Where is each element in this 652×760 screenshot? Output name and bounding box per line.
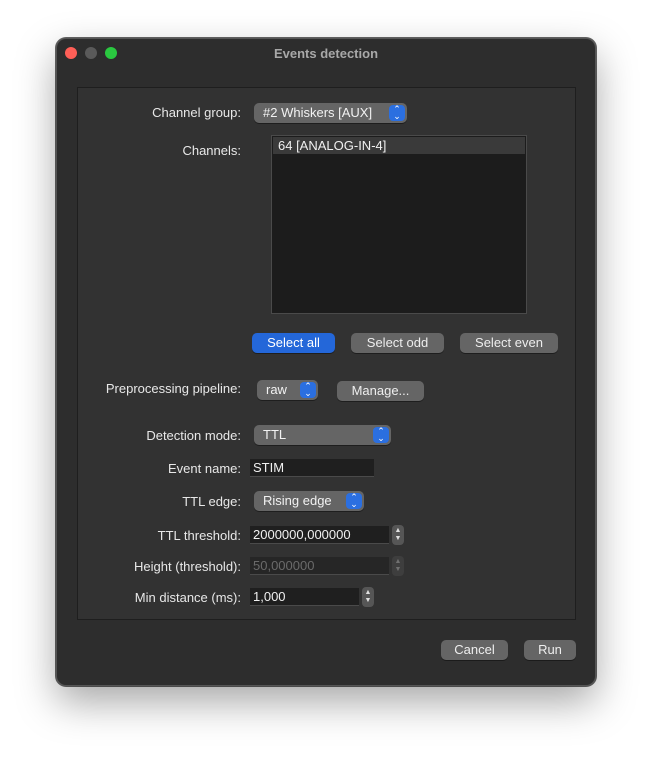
event-name-label: Event name: <box>168 461 241 476</box>
channel-group-label: Channel group: <box>152 105 241 120</box>
ttl-threshold-input[interactable]: 2000000,000000 <box>250 526 389 544</box>
channels-label: Channels: <box>182 143 241 158</box>
ttl-edge-popup[interactable]: Rising edge ⌃ ⌄ <box>254 491 364 511</box>
channel-group-popup[interactable]: #2 Whiskers [AUX] ⌃ ⌄ <box>254 103 407 123</box>
window-title: Events detection <box>273 46 379 61</box>
channel-group-value: #2 Whiskers [AUX] <box>263 105 373 120</box>
events-detection-dialog: Events detection Channel group: #2 Whisk… <box>56 38 596 686</box>
detection-mode-popup[interactable]: TTL ⌃ ⌄ <box>254 425 391 445</box>
select-odd-button[interactable]: Select odd <box>351 333 444 353</box>
manage-button[interactable]: Manage... <box>337 381 424 401</box>
title-bar: Events detection <box>57 39 595 67</box>
select-all-button[interactable]: Select all <box>252 333 335 353</box>
channels-list[interactable]: 64 [ANALOG-IN-4] <box>271 135 527 314</box>
height-threshold-input: 50,000000 <box>250 557 389 575</box>
ttl-threshold-stepper[interactable]: ▲ ▼ <box>392 525 404 545</box>
chevron-updown-icon: ⌃ ⌄ <box>300 382 316 398</box>
ttl-edge-value: Rising edge <box>263 493 332 508</box>
min-distance-label: Min distance (ms): <box>134 590 241 605</box>
chevron-updown-icon: ⌃ ⌄ <box>373 427 389 443</box>
detection-mode-value: TTL <box>263 427 287 442</box>
chevron-updown-icon: ⌃ ⌄ <box>389 105 405 121</box>
detection-mode-label: Detection mode: <box>146 428 241 443</box>
chevron-updown-icon: ⌃ ⌄ <box>346 493 362 509</box>
ttl-edge-label: TTL edge: <box>182 494 241 509</box>
preprocessing-pipeline-value: raw <box>266 382 287 397</box>
min-distance-stepper[interactable]: ▲ ▼ <box>362 587 374 607</box>
height-threshold-label: Height (threshold): <box>134 559 241 574</box>
list-item[interactable]: 64 [ANALOG-IN-4] <box>273 137 525 154</box>
ttl-threshold-label: TTL threshold: <box>157 528 241 543</box>
preprocessing-pipeline-label: Preprocessing pipeline: <box>105 381 241 396</box>
settings-panel: Channel group: #2 Whiskers [AUX] ⌃ ⌄ Chan… <box>77 87 576 620</box>
select-even-button[interactable]: Select even <box>460 333 558 353</box>
event-name-input[interactable]: STIM <box>250 459 374 477</box>
run-button[interactable]: Run <box>524 640 576 660</box>
cancel-button[interactable]: Cancel <box>441 640 508 660</box>
min-distance-input[interactable]: 1,000 <box>250 588 359 606</box>
preprocessing-pipeline-popup[interactable]: raw ⌃ ⌄ <box>257 380 318 400</box>
height-threshold-stepper: ▲ ▼ <box>392 556 404 576</box>
